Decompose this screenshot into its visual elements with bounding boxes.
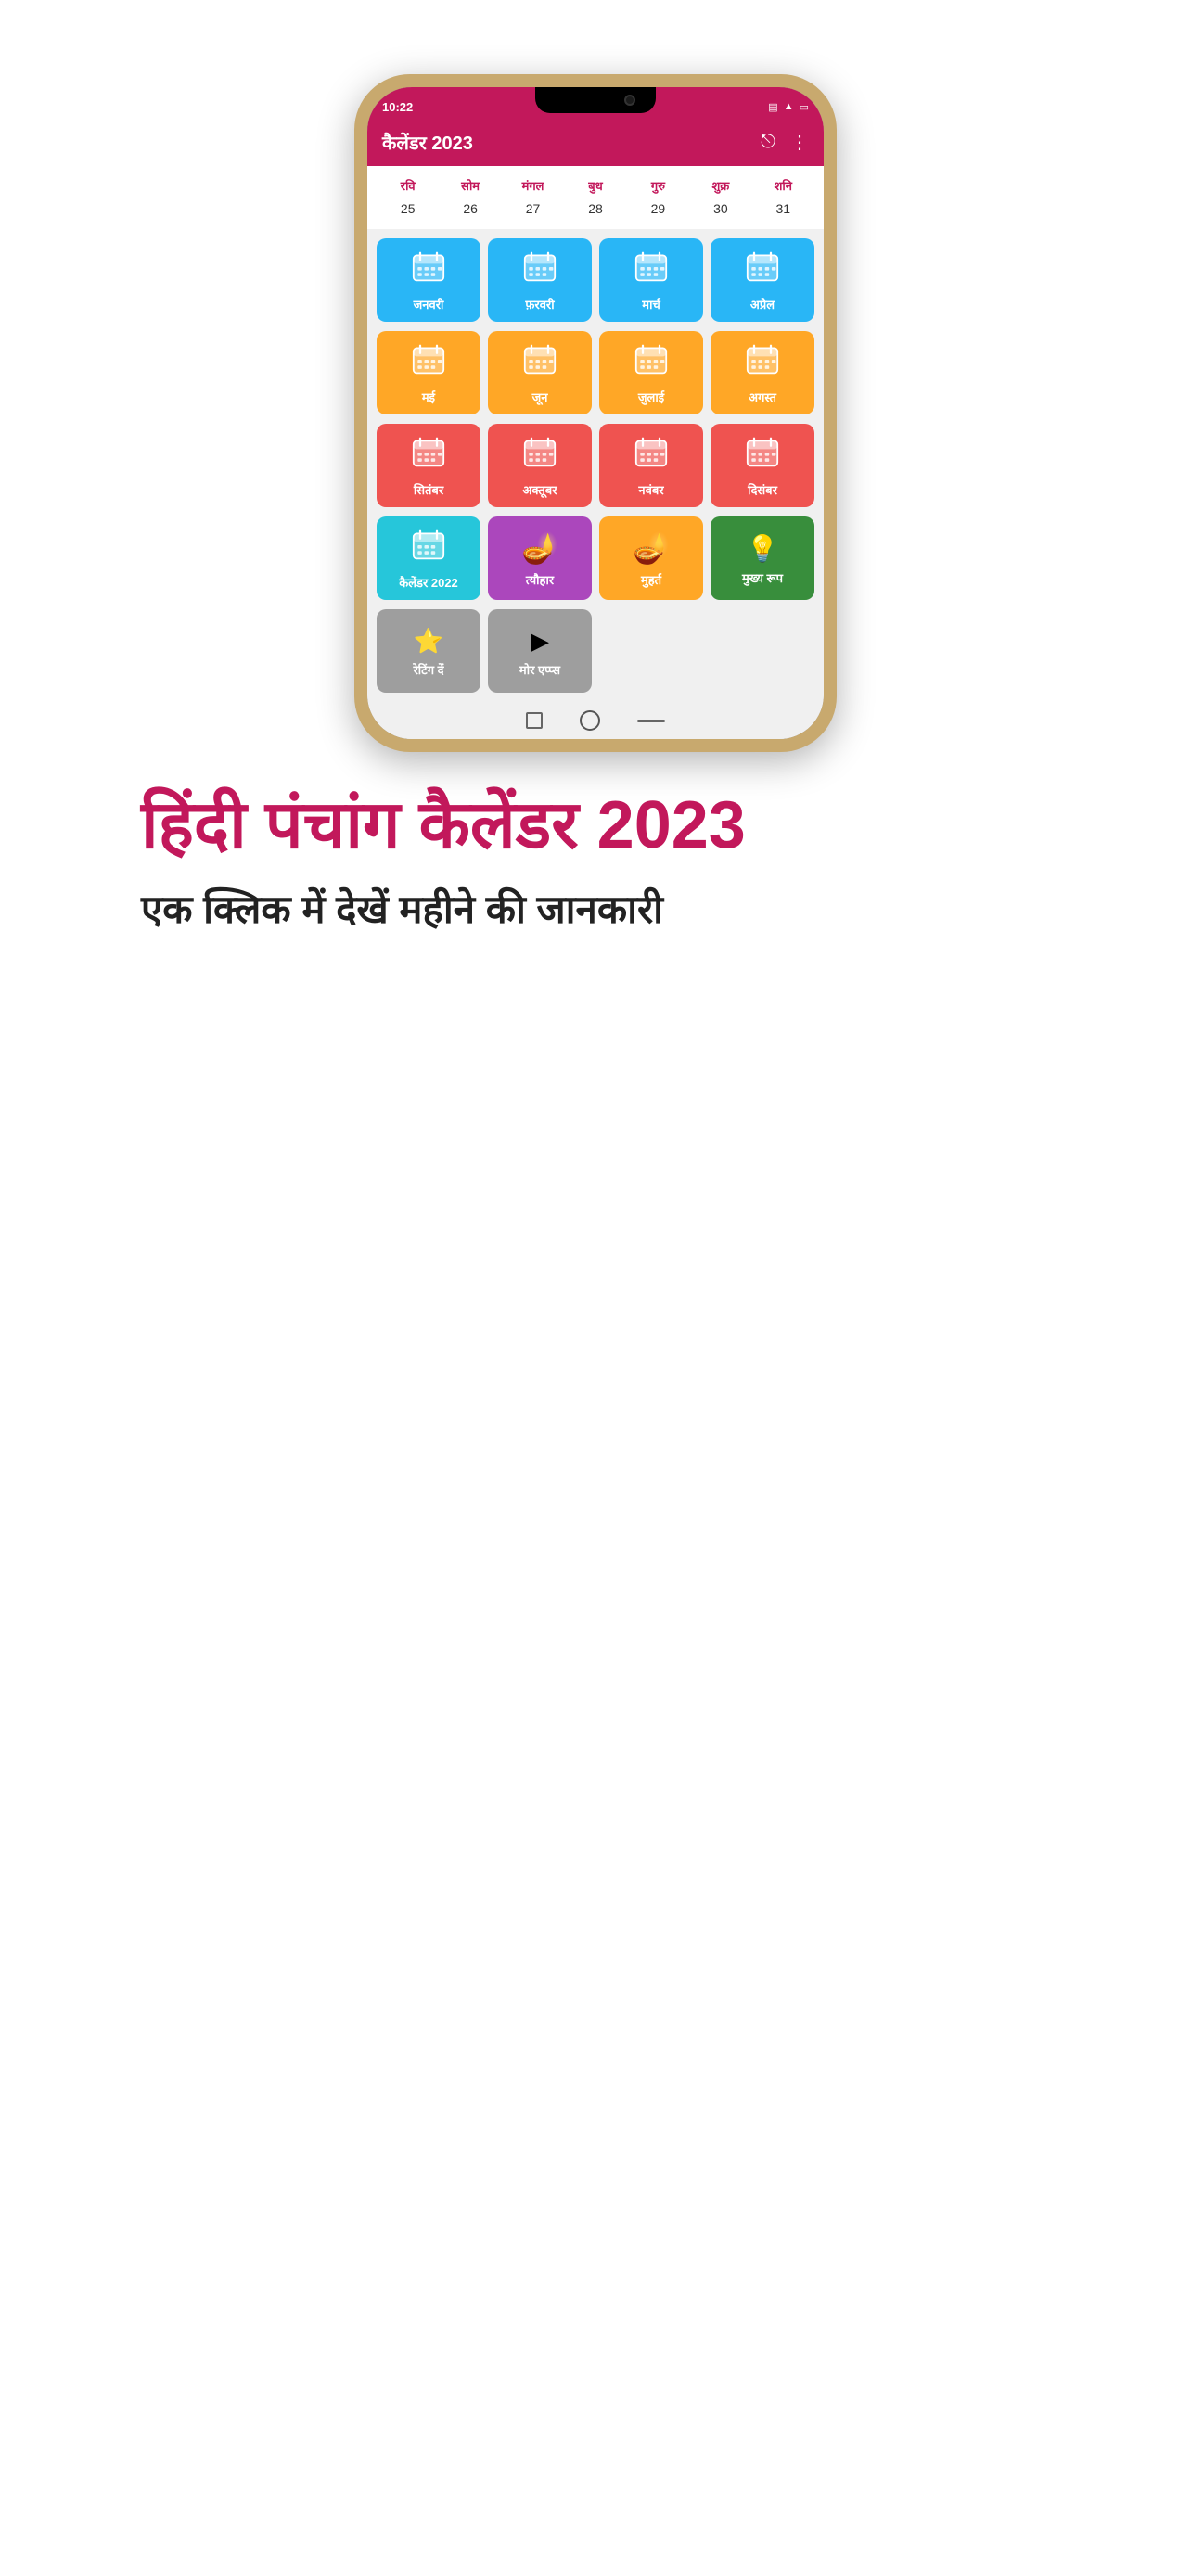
recents-button[interactable]: [637, 720, 665, 722]
may-icon: [412, 343, 445, 383]
day-budh: बुध: [564, 173, 626, 198]
date-31: 31: [752, 198, 814, 220]
month-feb[interactable]: फ़रवरी: [488, 238, 592, 322]
festival-icon: 🪔: [521, 530, 558, 566]
nov-icon: [634, 436, 668, 476]
phone-screen: 10:22 ▤ ▲ ▭ कैलेंडर 2023 ⎋ ⋮: [367, 87, 824, 739]
jan-label: जनवरी: [414, 296, 444, 312]
date-26: 26: [439, 198, 501, 220]
tile-festival[interactable]: 🪔 त्यौहार: [488, 516, 592, 600]
date-28: 28: [564, 198, 626, 220]
camera-icon: [624, 95, 635, 106]
day-mangal: मंगल: [502, 173, 564, 198]
feb-label: फ़रवरी: [525, 296, 554, 312]
status-time: 10:22: [382, 100, 413, 114]
sep-icon: [412, 436, 445, 476]
month-nov[interactable]: नवंबर: [599, 424, 703, 507]
main-heading: हिंदी पंचांग कैलेंडर 2023: [141, 789, 1050, 862]
day-guru: गुरु: [627, 173, 689, 198]
muhurt-icon: 🪔: [633, 530, 670, 566]
main-view-label: मुख्य रूप: [742, 569, 783, 586]
back-button[interactable]: [526, 712, 543, 729]
sim-icon: ▤: [768, 101, 777, 113]
home-button[interactable]: [580, 710, 600, 731]
jun-label: जून: [532, 389, 548, 405]
more-tiles-row: ⭐ रेटिंग दें ▶ मोर एप्प्स: [367, 609, 824, 706]
status-icons: ▤ ▲ ▭: [768, 101, 809, 113]
wifi-icon: ▲: [784, 101, 794, 112]
calendar-2022-icon: [412, 529, 445, 568]
phone-inner: 10:22 ▤ ▲ ▭ कैलेंडर 2023 ⎋ ⋮: [367, 87, 824, 739]
day-names-row: रवि सोम मंगल बुध गुरु शुक्र शनि: [367, 166, 824, 198]
phone-nav-bar: [367, 706, 824, 739]
phone-frame: 10:22 ▤ ▲ ▭ कैलेंडर 2023 ⎋ ⋮: [354, 74, 837, 752]
jan-icon: [412, 250, 445, 290]
feb-icon: [523, 250, 557, 290]
day-som: सोम: [439, 173, 501, 198]
month-dec[interactable]: दिसंबर: [711, 424, 814, 507]
app-title: कैलेंडर 2023: [382, 130, 473, 155]
month-grid-orange: मई: [367, 331, 824, 424]
cal-2022-label: कैलेंडर 2022: [399, 574, 458, 591]
month-aug[interactable]: अगस्त: [711, 331, 814, 414]
rating-label: रेटिंग दें: [413, 661, 443, 678]
month-apr[interactable]: अप्रैल: [711, 238, 814, 322]
phone-mockup: 10:22 ▤ ▲ ▭ कैलेंडर 2023 ⎋ ⋮: [354, 74, 837, 752]
festival-label: त्यौहार: [526, 571, 554, 588]
more-apps-icon: ▶: [531, 627, 549, 656]
sub-heading: एक क्लिक में देखें महीने की जानकारी: [141, 885, 1050, 936]
dec-icon: [746, 436, 779, 476]
menu-icon[interactable]: ⋮: [790, 131, 809, 154]
jul-label: जुलाई: [638, 389, 664, 405]
day-ravi: रवि: [377, 173, 439, 198]
share-icon[interactable]: ⎋: [761, 132, 775, 153]
day-shani: शनि: [752, 173, 814, 198]
date-25: 25: [377, 198, 439, 220]
date-29: 29: [627, 198, 689, 220]
rating-icon: ⭐: [414, 627, 443, 656]
month-sep[interactable]: सितंबर: [377, 424, 480, 507]
sep-label: सितंबर: [414, 481, 443, 498]
oct-icon: [523, 436, 557, 476]
nov-label: नवंबर: [638, 481, 663, 498]
tile-main-view[interactable]: 💡 मुख्य रूप: [711, 516, 814, 600]
tile-calendar-2022[interactable]: कैलेंडर 2022: [377, 516, 480, 600]
header-actions: ⎋ ⋮: [761, 131, 809, 154]
month-mar[interactable]: मार्च: [599, 238, 703, 322]
month-grid-blue: जनवरी: [367, 229, 824, 331]
date-27: 27: [502, 198, 564, 220]
month-oct[interactable]: अक्तूबर: [488, 424, 592, 507]
app-header: कैलेंडर 2023 ⎋ ⋮: [367, 121, 824, 166]
battery-icon: ▭: [800, 101, 809, 113]
main-view-icon: 💡: [747, 533, 779, 564]
more-apps-label: मोर एप्प्स: [519, 661, 560, 678]
may-label: मई: [422, 389, 435, 405]
date-numbers-row: 25 26 27 28 29 30 31: [367, 198, 824, 229]
date-30: 30: [689, 198, 751, 220]
aug-icon: [746, 343, 779, 383]
jul-icon: [634, 343, 668, 383]
jun-icon: [523, 343, 557, 383]
apr-label: अप्रैल: [750, 296, 775, 312]
tile-rating[interactable]: ⭐ रेटिंग दें: [377, 609, 480, 693]
aug-label: अगस्त: [749, 389, 776, 405]
month-may[interactable]: मई: [377, 331, 480, 414]
month-jul[interactable]: जुलाई: [599, 331, 703, 414]
month-jun[interactable]: जून: [488, 331, 592, 414]
below-phone-content: हिंदी पंचांग कैलेंडर 2023 एक क्लिक में द…: [85, 752, 1106, 991]
apr-icon: [746, 250, 779, 290]
dec-label: दिसंबर: [748, 481, 777, 498]
muhurt-label: मुहर्त: [641, 571, 661, 588]
month-jan[interactable]: जनवरी: [377, 238, 480, 322]
extra-tiles-row: कैलेंडर 2022 🪔 त्यौहार 🪔 मुहर्त 💡 मुख्य …: [367, 516, 824, 609]
mar-label: मार्च: [642, 296, 660, 312]
oct-label: अक्तूबर: [522, 481, 557, 498]
day-shukra: शुक्र: [689, 173, 751, 198]
mar-icon: [634, 250, 668, 290]
date-28-highlighted[interactable]: 28: [588, 201, 603, 216]
tile-muhurt[interactable]: 🪔 मुहर्त: [599, 516, 703, 600]
tile-more-apps[interactable]: ▶ मोर एप्प्स: [488, 609, 592, 693]
month-grid-red: सितंबर: [367, 424, 824, 516]
phone-notch: [535, 87, 656, 113]
